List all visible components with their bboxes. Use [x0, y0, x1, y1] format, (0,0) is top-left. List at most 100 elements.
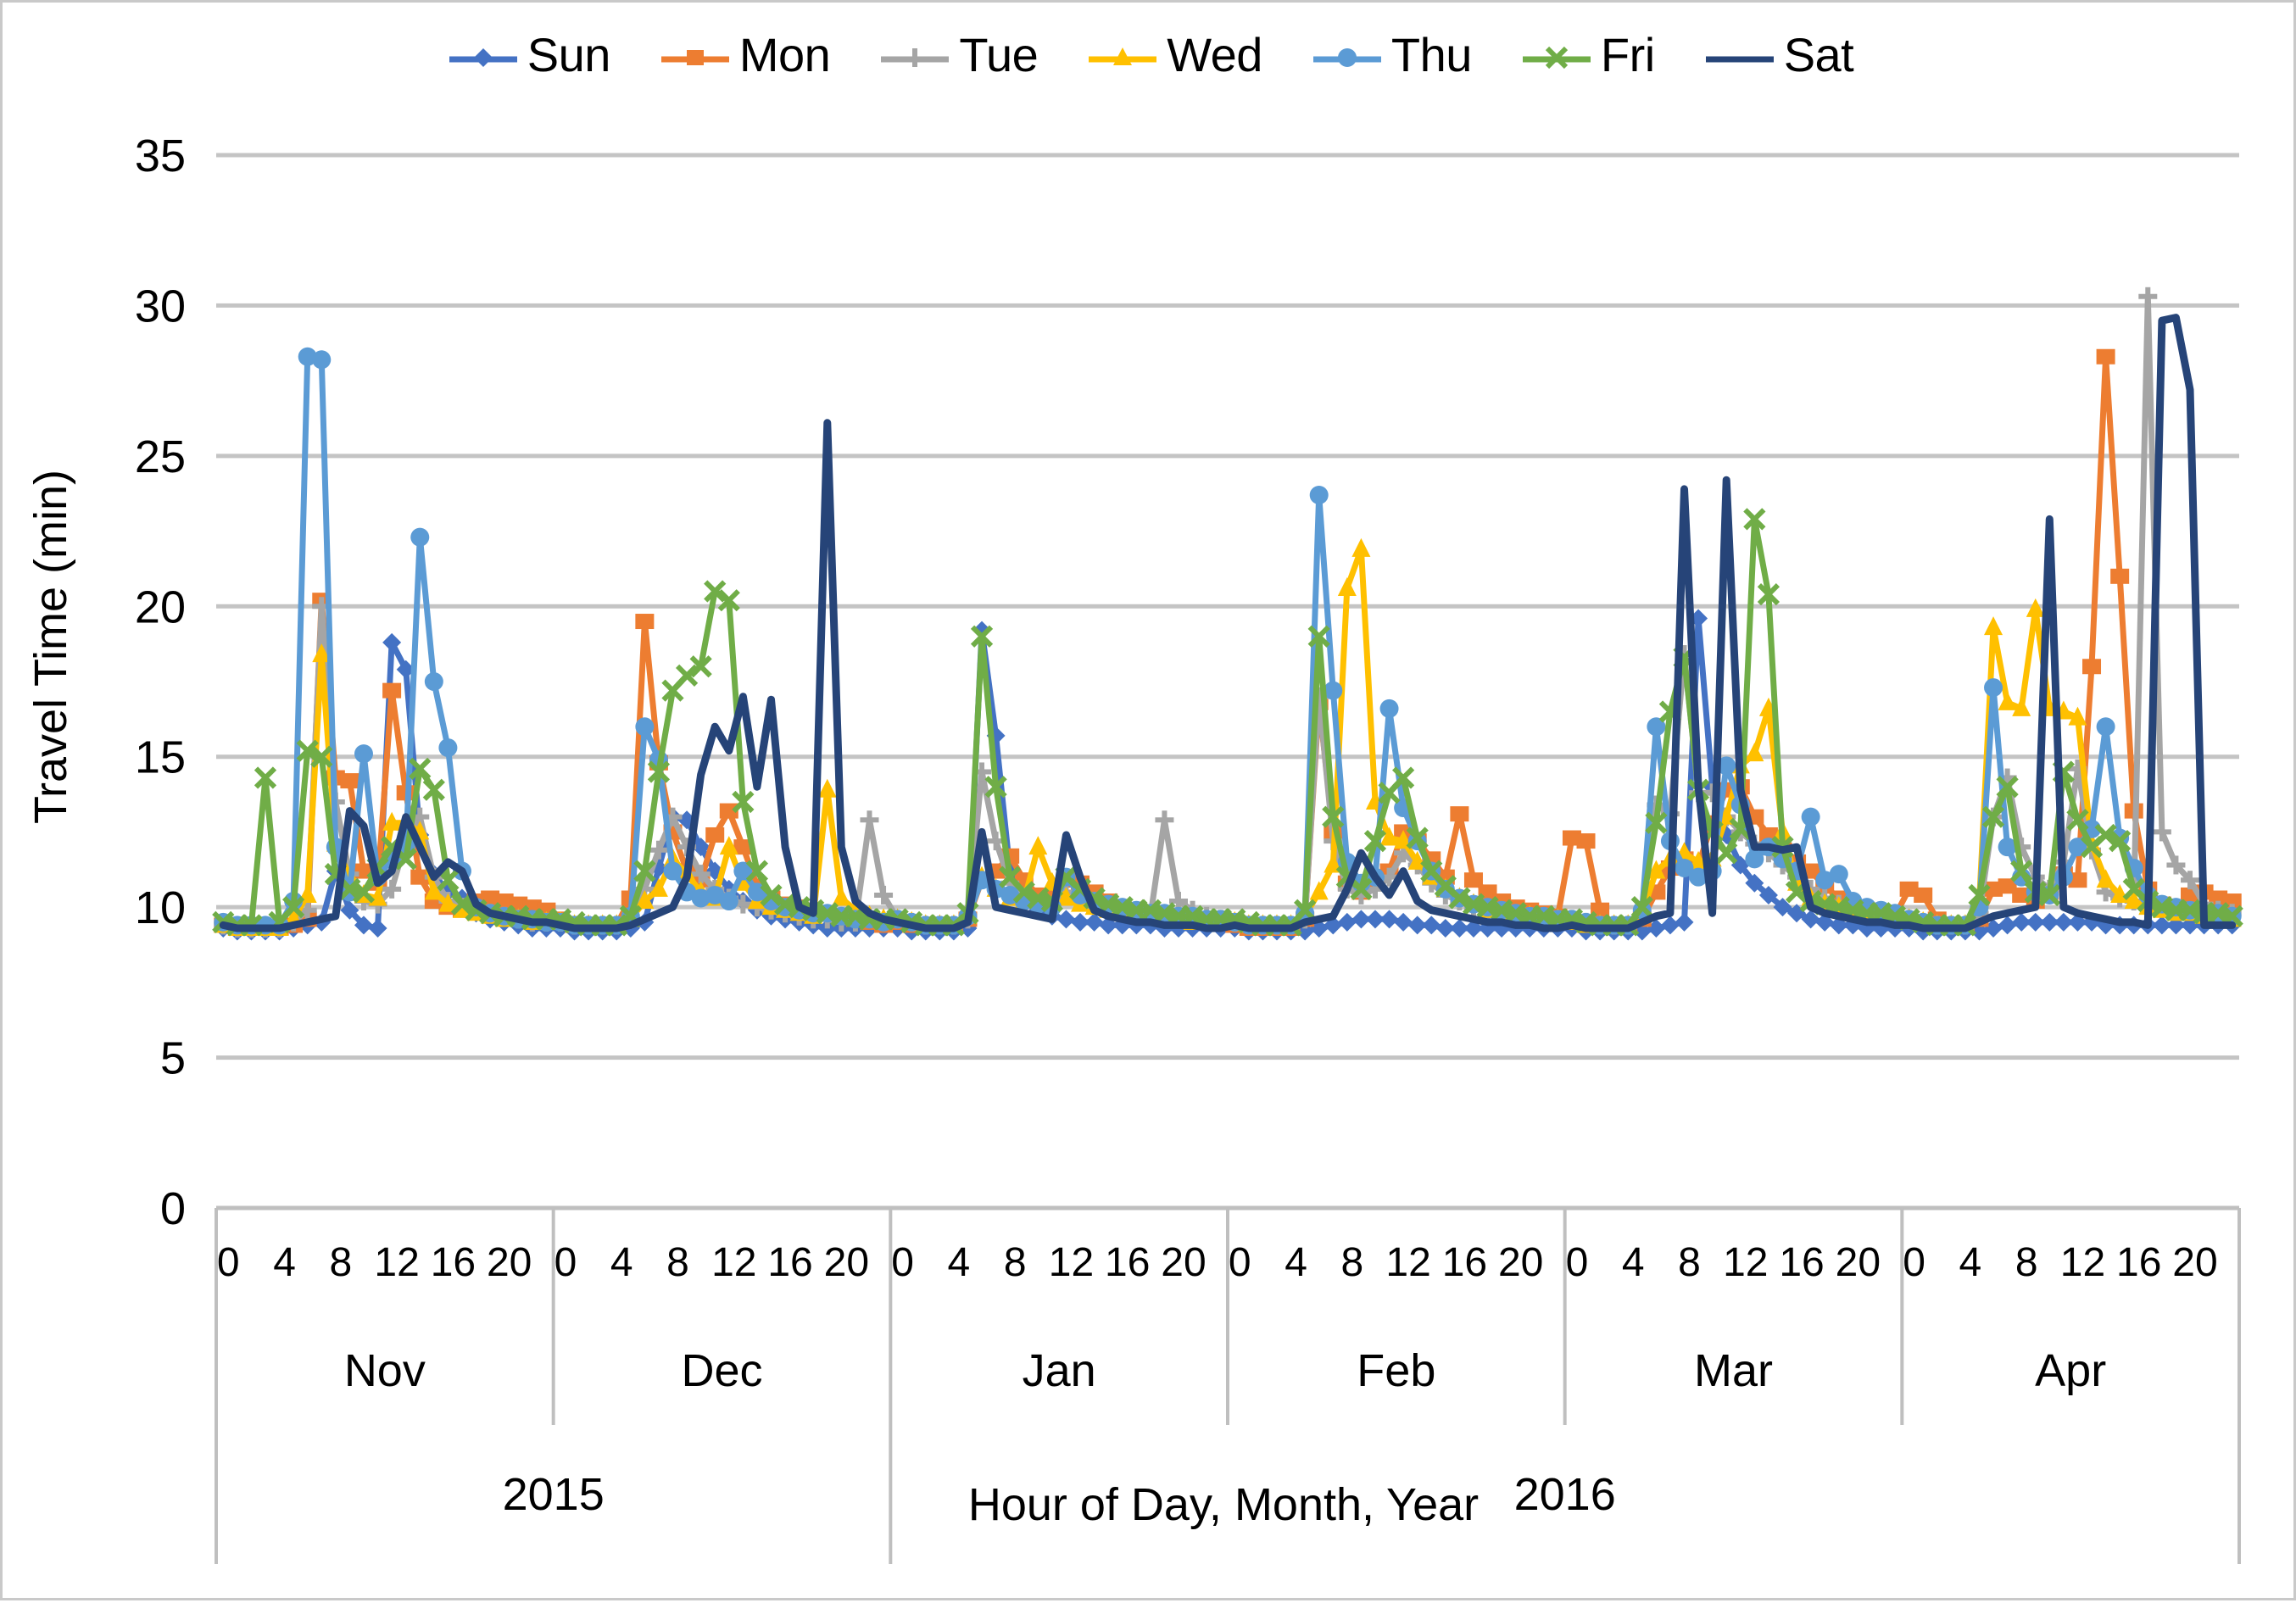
data-point-marker [1379, 910, 1399, 929]
x-axis-hour-label: 4 [273, 1240, 296, 1285]
x-axis-hour-label: 0 [1229, 1240, 1251, 1285]
y-tick-label: 30 [135, 281, 186, 331]
x-axis-year-label: 2016 [1514, 1469, 1616, 1520]
x-axis-hour-label: 12 [374, 1240, 419, 1285]
data-point-marker [340, 773, 359, 789]
x-axis-hour-label: 16 [767, 1240, 812, 1285]
x-axis-hour-label: 12 [2060, 1240, 2105, 1285]
data-point-marker [1576, 833, 1596, 849]
x-axis-hour-label: 16 [431, 1240, 476, 1285]
data-point-marker [663, 861, 683, 881]
x-axis-hour-label: 4 [610, 1240, 633, 1285]
data-point-marker [1337, 576, 1357, 596]
series-line [220, 515, 2236, 928]
series-line [220, 615, 2236, 934]
x-axis-hour-label: 8 [1004, 1240, 1027, 1285]
x-axis-hour-label: 4 [1959, 1240, 1982, 1285]
data-point-marker [354, 744, 373, 764]
data-point-marker [1984, 616, 2003, 636]
data-point-marker [1028, 836, 1048, 855]
chart-plot-area: 0 5 10 15 20 25 30 35 0 4 8 12 16 20 0 4 8 12 16 20 0 4 8 12 16… [3, 3, 2296, 1603]
data-point-marker [368, 918, 387, 938]
x-axis-hour-label: 12 [711, 1240, 756, 1285]
x-axis-hour-label: 20 [824, 1240, 869, 1285]
data-point-marker [1337, 912, 1357, 932]
y-tick-label: 15 [135, 732, 186, 783]
series-line [220, 293, 2236, 932]
x-axis-hour-label: 20 [1498, 1240, 1543, 1285]
series-thu [214, 347, 2242, 935]
data-point-marker [1829, 865, 1848, 884]
data-point-marker [1450, 806, 1469, 822]
x-axis-hour-label: 8 [329, 1240, 352, 1285]
x-axis-hour-label: 16 [1779, 1240, 1824, 1285]
x-axis-year-label: 2015 [503, 1469, 605, 1520]
x-axis-month-label: Feb [1357, 1345, 1435, 1396]
x-axis-hour-label: 20 [487, 1240, 532, 1285]
y-tick-label: 25 [135, 431, 186, 482]
data-point-marker [635, 717, 655, 737]
x-axis-hour-label: 20 [1836, 1240, 1881, 1285]
data-point-marker [2152, 822, 2171, 842]
data-point-marker [1155, 810, 1174, 830]
x-axis-hour-label: 0 [554, 1240, 577, 1285]
data-series-group [212, 287, 2243, 941]
data-point-marker [438, 738, 458, 758]
y-axis-title: Travel Time (min) [25, 470, 76, 824]
x-axis-hour-label: 8 [666, 1240, 689, 1285]
data-point-marker [719, 892, 738, 911]
data-point-marker [1914, 887, 1933, 903]
data-point-marker [424, 672, 443, 691]
series-sat [219, 314, 2237, 932]
series-mon [214, 348, 2242, 936]
series-tue [214, 287, 2242, 938]
data-point-marker [2110, 568, 2130, 584]
series-line [220, 353, 2236, 932]
data-point-marker [1394, 912, 1413, 932]
x-axis-hour-label: 16 [1442, 1240, 1487, 1285]
series-line [219, 314, 2237, 932]
x-axis-hour-label: 0 [891, 1240, 914, 1285]
travel-time-line-chart: 05101520253035 0 4 8 12 16 20 0 4 8 12 16 20 0 4 8 12 16… [25, 131, 2243, 1564]
y-tick-label: 35 [135, 131, 186, 181]
data-point-marker [2138, 287, 2158, 306]
x-axis-month-label: Mar [1694, 1345, 1773, 1396]
x-axis-hour-label: 12 [1385, 1240, 1430, 1285]
x-axis-hour-label: 16 [1105, 1240, 1150, 1285]
x-axis-hour-label: 12 [1049, 1240, 1094, 1285]
y-tick-label: 5 [160, 1033, 186, 1084]
data-point-marker [1309, 485, 1329, 504]
series-line [220, 353, 2236, 928]
x-axis-hour-label: 0 [217, 1240, 240, 1285]
data-point-marker [1998, 691, 2017, 710]
x-axis-hour-label: 0 [1903, 1240, 1925, 1285]
data-point-marker [1998, 916, 2017, 935]
x-axis-month-label: Apr [2035, 1345, 2106, 1396]
chart-page: Sun Mon Tue Wed Thu Fri Sat 0 5 10 15 20 25 30 35 048… [0, 0, 2296, 1600]
x-axis-hour-label: 8 [2015, 1240, 2038, 1285]
x-axis-hour-label: 4 [1622, 1240, 1645, 1285]
series-wed [214, 537, 2242, 936]
y-tick-label: 10 [135, 882, 186, 933]
x-axis-hour-label: 12 [1723, 1240, 1768, 1285]
data-point-marker [382, 682, 402, 699]
x-axis-month-label: Nov [344, 1345, 426, 1396]
data-point-marker [1801, 807, 1820, 827]
data-point-marker [2096, 348, 2115, 365]
series-sun [214, 609, 2242, 941]
data-point-marker [1745, 743, 1764, 762]
data-point-marker [1984, 678, 2003, 698]
x-axis-hour-label: 20 [1161, 1240, 1206, 1285]
data-point-marker [860, 810, 879, 830]
data-point-marker [410, 527, 430, 547]
data-point-marker [2096, 717, 2115, 737]
x-axis-hour-label: 20 [2172, 1240, 2217, 1285]
y-tick-label: 20 [135, 582, 186, 632]
data-point-marker [2082, 659, 2102, 675]
y-axis-tick-labels: 0 5 10 15 20 25 30 35 [135, 131, 186, 1234]
data-point-marker [1379, 699, 1399, 718]
data-point-marker [1675, 912, 1694, 932]
data-point-marker [705, 827, 725, 843]
data-point-marker [1660, 916, 1680, 935]
series-fri [212, 508, 2243, 937]
